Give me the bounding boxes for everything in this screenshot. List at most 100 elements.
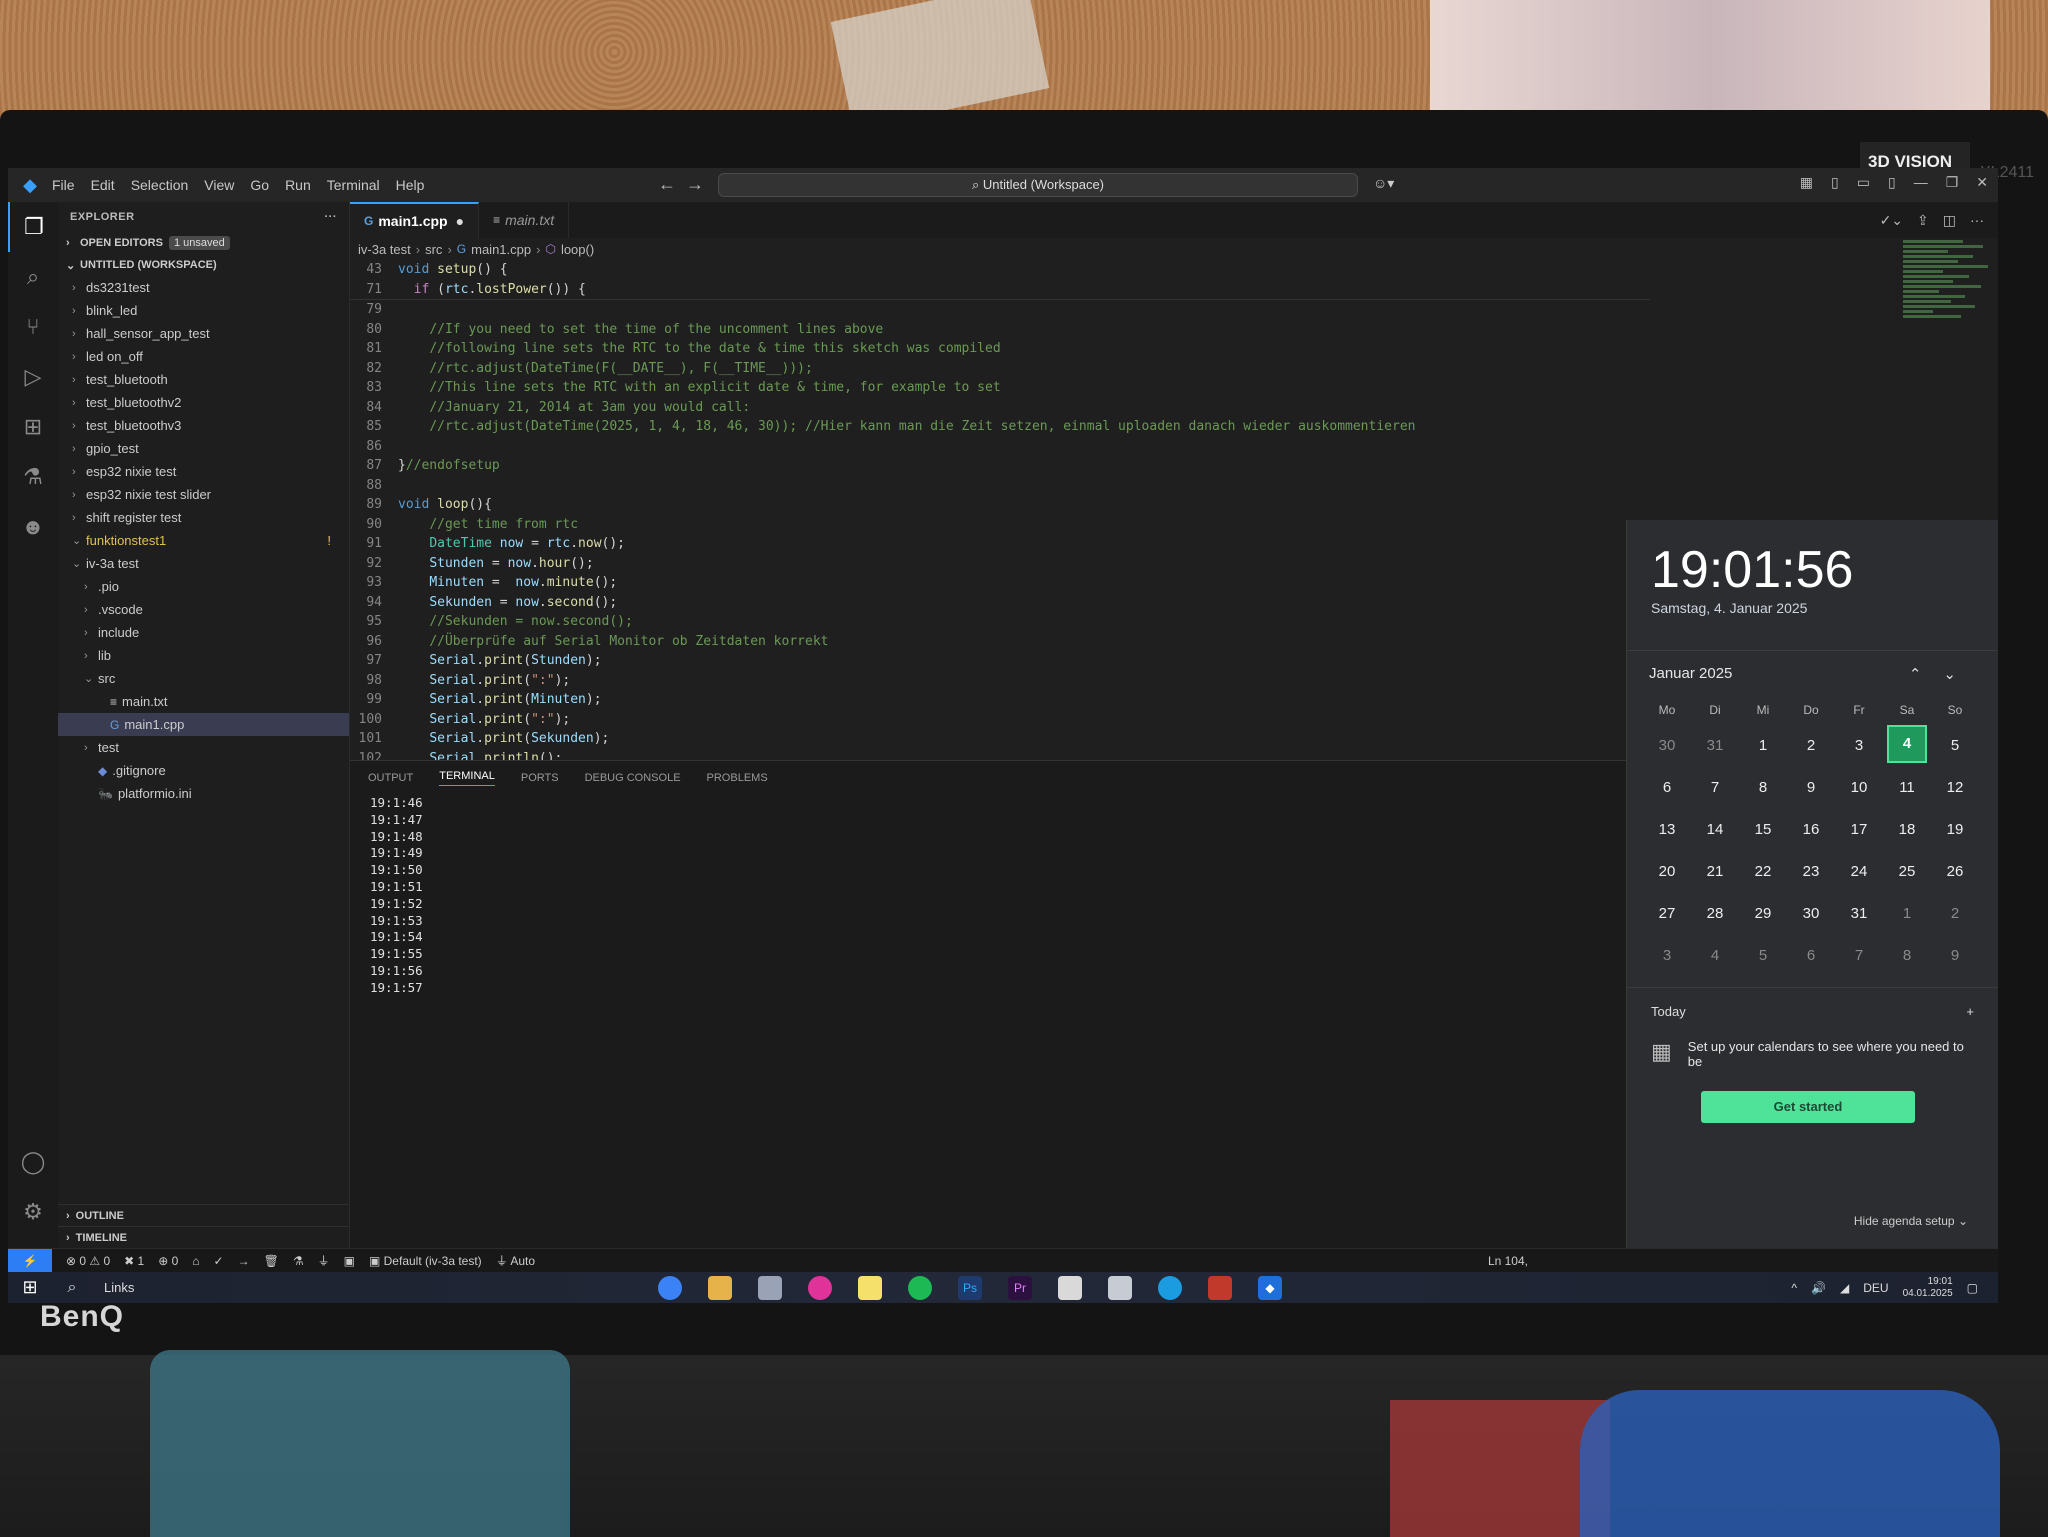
search-icon[interactable]: ⌕ xyxy=(8,252,58,302)
menu-item-view[interactable]: View xyxy=(204,177,234,193)
add-event-icon[interactable]: + xyxy=(1966,1004,1974,1019)
tree-item[interactable]: › led on_off xyxy=(58,345,349,368)
calendar-month[interactable]: Januar 2025 xyxy=(1649,665,1732,683)
calendar-day[interactable]: 30 xyxy=(1643,725,1691,767)
flyout-date[interactable]: Samstag, 4. Januar 2025 xyxy=(1627,600,1998,616)
calendar-day[interactable]: 20 xyxy=(1643,851,1691,893)
steam-icon[interactable] xyxy=(1158,1275,1182,1300)
calendar-day[interactable]: 16 xyxy=(1787,809,1835,851)
tree-item[interactable]: ≡ main.txt xyxy=(58,690,349,713)
timeline-section[interactable]: › TIMELINE xyxy=(58,1226,349,1248)
calendar-day[interactable]: 21 xyxy=(1691,851,1739,893)
remote-icon[interactable]: ⚡ xyxy=(8,1248,52,1273)
calendar-day[interactable]: 27 xyxy=(1643,893,1691,935)
copilot-icon[interactable]: ☺▾ xyxy=(1373,175,1394,192)
extensions-icon[interactable]: ⊞ xyxy=(8,402,58,452)
menu-item-run[interactable]: Run xyxy=(285,177,311,193)
pio-terminal-icon[interactable]: ▣ xyxy=(344,1254,355,1268)
nav-arrows[interactable]: ←→ xyxy=(658,174,714,195)
split-editor-icon[interactable]: ◫ xyxy=(1943,212,1956,229)
tree-item[interactable]: › .pio xyxy=(58,575,349,598)
calendar-day[interactable]: 26 xyxy=(1931,851,1979,893)
outline-section[interactable]: › OUTLINE xyxy=(58,1204,349,1226)
tree-item[interactable]: › ds3231test xyxy=(58,276,349,299)
calendar-day[interactable]: 6 xyxy=(1787,935,1835,977)
calendar-day[interactable]: 29 xyxy=(1739,893,1787,935)
calendar-day[interactable]: 19 xyxy=(1931,809,1979,851)
tree-item[interactable]: › shift register test xyxy=(58,506,349,529)
menu-item-file[interactable]: File xyxy=(52,177,75,193)
problems-status[interactable]: ⊗ 0 ⚠ 0 xyxy=(66,1254,110,1268)
source-control-icon[interactable]: ⑂ xyxy=(8,302,58,352)
radio-status[interactable]: ⊕ 0 xyxy=(158,1254,178,1268)
photoshop-icon[interactable]: Ps xyxy=(958,1275,982,1300)
calendar-day[interactable]: 23 xyxy=(1787,851,1835,893)
calendar-day[interactable]: 5 xyxy=(1739,935,1787,977)
layout-icon[interactable]: ▦ xyxy=(1800,174,1813,191)
hide-agenda-button[interactable]: Hide agenda setup ⌄ xyxy=(1854,1214,1968,1228)
panel-tab-output[interactable]: OUTPUT xyxy=(368,772,413,784)
search-icon[interactable]: ⌕ xyxy=(52,1279,92,1297)
tree-item[interactable]: 🐜 platformio.ini xyxy=(58,782,349,805)
pio-home-icon[interactable]: ⌂ xyxy=(192,1254,199,1268)
volume-icon[interactable]: 🔊 xyxy=(1811,1281,1826,1295)
calendar-day[interactable]: 8 xyxy=(1739,767,1787,809)
app-icon[interactable] xyxy=(1058,1275,1082,1300)
calendar-day[interactable]: 28 xyxy=(1691,893,1739,935)
calendar-day[interactable]: 25 xyxy=(1883,851,1931,893)
file-explorer-icon[interactable] xyxy=(708,1275,732,1300)
calendar-day[interactable]: 18 xyxy=(1883,809,1931,851)
cursor-position[interactable]: Ln 104, xyxy=(1488,1254,1528,1268)
tree-item[interactable]: › esp32 nixie test xyxy=(58,460,349,483)
minimize-icon[interactable]: — xyxy=(1914,174,1928,191)
browser-icon[interactable] xyxy=(658,1275,682,1300)
tree-item[interactable]: ⌄ src xyxy=(58,667,349,690)
notes-icon[interactable] xyxy=(858,1275,882,1300)
calendar-day[interactable]: 10 xyxy=(1835,767,1883,809)
pio-upload-icon[interactable]: → xyxy=(238,1254,250,1268)
network-icon[interactable]: ◢ xyxy=(1840,1281,1849,1295)
tree-item[interactable]: › test xyxy=(58,736,349,759)
calendar-day[interactable]: 2 xyxy=(1787,725,1835,767)
tree-item[interactable]: › esp32 nixie test slider xyxy=(58,483,349,506)
menu-item-help[interactable]: Help xyxy=(396,177,425,193)
calendar-day[interactable]: 7 xyxy=(1691,767,1739,809)
breadcrumb-item[interactable]: main1.cpp xyxy=(471,242,531,257)
calendar-day[interactable]: 3 xyxy=(1643,935,1691,977)
calendar-day[interactable]: 9 xyxy=(1787,767,1835,809)
run-debug-icon[interactable]: ▷ xyxy=(8,352,58,402)
tree-item[interactable]: › blink_led xyxy=(58,299,349,322)
more-icon[interactable]: ··· xyxy=(1970,212,1984,229)
tree-item[interactable]: › gpio_test xyxy=(58,437,349,460)
circle-app-icon[interactable] xyxy=(808,1275,832,1300)
calendar-day[interactable]: 1 xyxy=(1883,893,1931,935)
calendar-day[interactable]: 14 xyxy=(1691,809,1739,851)
calendar-day[interactable]: 31 xyxy=(1835,893,1883,935)
calendar-day[interactable]: 30 xyxy=(1787,893,1835,935)
auto-status[interactable]: ⏚ Auto xyxy=(496,1252,535,1269)
tree-item[interactable]: › test_bluetoothv3 xyxy=(58,414,349,437)
toggle-sidebar-icon[interactable]: ▯ xyxy=(1831,174,1839,191)
app-icon[interactable] xyxy=(1108,1275,1132,1300)
panel-tab-debug-console[interactable]: DEBUG CONSOLE xyxy=(585,772,681,784)
tree-item[interactable]: › test_bluetoothv2 xyxy=(58,391,349,414)
pio-build-icon[interactable]: ✓ xyxy=(214,1254,224,1268)
tree-item[interactable]: ⌄ iv-3a test xyxy=(58,552,349,575)
tree-item[interactable]: › include xyxy=(58,621,349,644)
testing-icon[interactable]: ⚗ xyxy=(8,452,58,502)
calendar-day-today[interactable]: 4 xyxy=(1887,725,1927,763)
workspace-section[interactable]: ⌄ UNTITLED (WORKSPACE) xyxy=(58,254,349,276)
toggle-secondary-icon[interactable]: ▯ xyxy=(1888,174,1896,191)
tab-main1-cpp[interactable]: Gmain1.cpp ● xyxy=(350,202,480,238)
calendar-day[interactable]: 4 xyxy=(1691,935,1739,977)
chevron-up-icon[interactable]: ⌃ xyxy=(1909,666,1944,683)
code-editor[interactable]: 43 void setup() {71 if (rtc.lostPower()) … xyxy=(350,260,1650,941)
notifications-icon[interactable]: ▢ xyxy=(1967,1281,1978,1295)
more-actions-icon[interactable]: ··· xyxy=(325,211,338,223)
open-editors-section[interactable]: › OPEN EDITORS 1 unsaved xyxy=(58,232,349,254)
terminal-output[interactable]: 19:1:46 19:1:47 19:1:48 19:1:49 19:1:50 19:1:… xyxy=(350,795,1650,997)
tree-item[interactable]: › test_bluetooth xyxy=(58,368,349,391)
calendar-day[interactable]: 3 xyxy=(1835,725,1883,767)
breadcrumb-item[interactable]: iv-3a test xyxy=(358,242,411,257)
tree-item[interactable]: › hall_sensor_app_test xyxy=(58,322,349,345)
